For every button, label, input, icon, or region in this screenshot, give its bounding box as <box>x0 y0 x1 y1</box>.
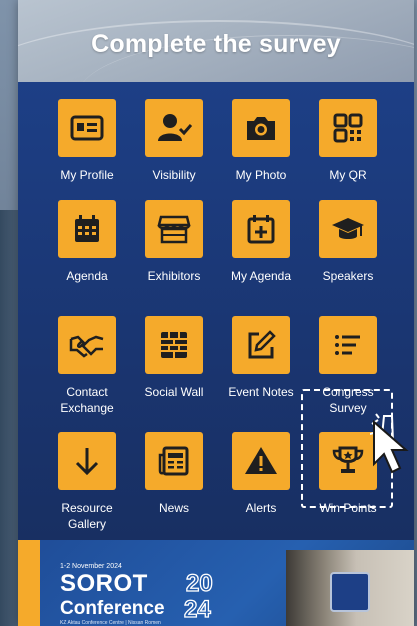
banner-name-line2: Conference <box>60 598 165 619</box>
tile-visibility[interactable]: Visibility <box>131 99 217 183</box>
tile-label: Alerts <box>245 501 277 515</box>
warning-icon <box>245 447 277 474</box>
header: Complete the survey <box>18 0 414 82</box>
banner-name-line1: SOROT <box>60 570 148 597</box>
tile-label: Speakers <box>322 269 374 283</box>
brick-wall-icon <box>161 332 187 358</box>
user-check-icon <box>158 114 192 141</box>
tile-label: My Photo <box>235 168 287 182</box>
icon-tile <box>145 316 203 374</box>
icon-tile <box>232 316 290 374</box>
icon-tile <box>58 316 116 374</box>
tile-label: My Profile <box>60 168 114 182</box>
tile-my-qr[interactable]: My QR <box>305 99 391 183</box>
tile-contact-exchange[interactable]: Contact Exchange <box>44 316 130 416</box>
edit-note-icon <box>248 330 276 359</box>
app-screen: Complete the survey My Profile Visibilit… <box>18 0 414 626</box>
backdrop-edge <box>0 210 18 626</box>
tile-agenda[interactable]: Agenda <box>44 200 130 284</box>
icon-tile <box>319 316 377 374</box>
tile-my-photo[interactable]: My Photo <box>218 99 304 183</box>
icon-tile <box>232 432 290 490</box>
store-icon <box>157 215 191 244</box>
tile-label: Event Notes <box>228 385 294 399</box>
arrow-down-icon <box>75 448 99 476</box>
banner-date: 1-2 November 2024 <box>60 563 122 570</box>
icon-tile <box>58 99 116 157</box>
banner-venue: KZ Aktau Conference Centre | Nissan Rome… <box>60 620 161 626</box>
banner-year-part1: 20 <box>185 569 213 597</box>
banner-accent <box>18 540 40 626</box>
tile-label: Resource Gallery <box>61 501 113 531</box>
newspaper-icon <box>158 446 189 476</box>
icon-tile <box>145 432 203 490</box>
icon-tile <box>319 200 377 258</box>
calendar-icon <box>75 215 99 242</box>
id-card-icon <box>70 115 104 141</box>
icon-tile <box>232 99 290 157</box>
list-icon <box>335 335 360 355</box>
tile-exhibitors[interactable]: Exhibitors <box>131 200 217 284</box>
tile-alerts[interactable]: Alerts <box>218 432 304 516</box>
logo-sign <box>330 572 370 612</box>
tile-label: Social Wall <box>144 385 204 399</box>
tile-label: News <box>158 501 189 515</box>
tile-label: Exhibitors <box>147 269 201 283</box>
hand-pointer-cursor-icon <box>370 413 409 474</box>
graduation-cap-icon <box>332 218 364 239</box>
icon-tile <box>319 99 377 157</box>
tile-resource-gallery[interactable]: Resource Gallery <box>44 432 130 532</box>
menu-grid: My Profile Visibility My Photo My QR Age… <box>18 82 414 540</box>
icon-tile <box>232 200 290 258</box>
handshake-icon <box>69 335 104 358</box>
icon-tile <box>58 200 116 258</box>
camera-icon <box>247 117 275 140</box>
calendar-add-icon <box>247 215 275 244</box>
banner-year-part2: 24 <box>183 595 211 623</box>
qr-code-icon <box>333 113 363 143</box>
tile-event-notes[interactable]: Event Notes <box>218 316 304 400</box>
conference-banner[interactable]: 1-2 November 2024 SOROT 20 Conference 24… <box>18 540 414 626</box>
tile-social-wall[interactable]: Social Wall <box>131 316 217 400</box>
tile-label: Agenda <box>66 269 108 283</box>
page-title: Complete the survey <box>91 30 341 58</box>
tile-my-agenda[interactable]: My Agenda <box>218 200 304 284</box>
icon-tile <box>145 99 203 157</box>
banner-photo <box>286 550 414 626</box>
tile-label: Visibility <box>152 168 196 182</box>
tile-speakers[interactable]: Speakers <box>305 200 391 284</box>
tile-my-profile[interactable]: My Profile <box>44 99 130 183</box>
icon-tile <box>58 432 116 490</box>
tile-label: My Agenda <box>230 269 292 283</box>
icon-tile <box>145 200 203 258</box>
tile-label: Contact Exchange <box>60 385 114 415</box>
tile-news[interactable]: News <box>131 432 217 516</box>
tile-label: My QR <box>329 168 367 182</box>
